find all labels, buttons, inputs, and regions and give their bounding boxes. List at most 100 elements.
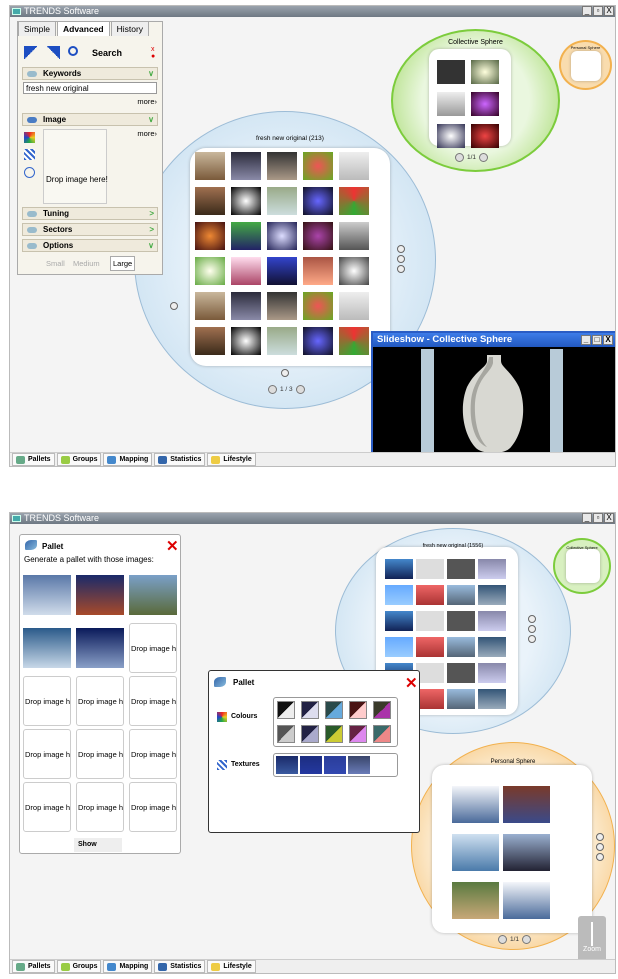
thumbnail[interactable]	[267, 222, 297, 250]
size-medium-button[interactable]: Medium	[73, 259, 100, 268]
colour-swatch[interactable]	[349, 725, 367, 743]
thumbnail[interactable]	[339, 327, 369, 355]
keywords-more-link[interactable]: more›	[137, 97, 157, 106]
thumbnail[interactable]	[339, 257, 369, 285]
sphere-h-slider-handle[interactable]	[281, 369, 289, 377]
thumbnail[interactable]	[447, 663, 475, 683]
pallet-image[interactable]	[76, 628, 124, 668]
prev-page-icon[interactable]	[455, 153, 464, 162]
pallet-drop-zone[interactable]: Drop image he	[76, 729, 124, 779]
thumbnail[interactable]	[303, 152, 333, 180]
restore-button[interactable]: ▫	[593, 513, 603, 523]
thumbnail[interactable]	[416, 637, 444, 657]
sphere-close-icon[interactable]	[397, 265, 405, 273]
colour-swatch[interactable]	[349, 701, 367, 719]
zoom-control[interactable]: Zoom	[578, 916, 606, 962]
show-button[interactable]: Show	[74, 838, 122, 852]
thumbnail[interactable]	[416, 663, 444, 683]
thumbnail[interactable]	[267, 327, 297, 355]
thumbnail[interactable]	[437, 124, 465, 148]
thumbnail[interactable]	[447, 637, 475, 657]
pallet-image[interactable]	[23, 575, 71, 615]
sphere-home-icon[interactable]	[397, 245, 405, 253]
personal-close-icon[interactable]	[596, 853, 604, 861]
pallet-drop-zone[interactable]: Drop image he	[129, 676, 177, 726]
slideshow-minimize-button[interactable]: _	[581, 335, 591, 345]
restore-button[interactable]: ▫	[593, 6, 603, 16]
lifestyle-tab[interactable]: Lifestyle	[207, 960, 256, 973]
pallet-drop-zone[interactable]: Drop image he	[76, 782, 124, 832]
thumbnail[interactable]	[471, 124, 499, 148]
colour-swatch[interactable]	[373, 725, 391, 743]
thumbnail[interactable]	[303, 257, 333, 285]
thumbnail[interactable]	[339, 187, 369, 215]
section-image[interactable]: Image ∨	[22, 113, 158, 126]
tab-history[interactable]: History	[110, 21, 150, 36]
prev-page-icon[interactable]	[268, 385, 277, 394]
close-button[interactable]: X	[604, 513, 614, 523]
sphere-refresh-icon[interactable]	[528, 625, 536, 633]
thumbnail[interactable]	[339, 222, 369, 250]
personal-home-icon[interactable]	[596, 833, 604, 841]
thumbnail[interactable]	[471, 92, 499, 116]
colour-swatch[interactable]	[277, 725, 295, 743]
thumbnail[interactable]	[231, 257, 261, 285]
thumbnail[interactable]	[416, 689, 444, 709]
thumbnail[interactable]	[339, 292, 369, 320]
section-tuning[interactable]: Tuning >	[22, 207, 158, 220]
minimize-button[interactable]: _	[582, 6, 592, 16]
thumbnail[interactable]	[231, 187, 261, 215]
zoom-slider-icon[interactable]	[591, 922, 593, 946]
close-dialog-button[interactable]: ✕	[405, 674, 418, 692]
thumbnail[interactable]	[303, 292, 333, 320]
thumbnail[interactable]	[503, 786, 550, 823]
close-pallet-button[interactable]: ✕	[166, 537, 179, 555]
thumbnail[interactable]	[231, 222, 261, 250]
thumbnail[interactable]	[195, 222, 225, 250]
pallet-image[interactable]	[76, 575, 124, 615]
thumbnail[interactable]	[452, 834, 499, 871]
thumbnail[interactable]	[416, 585, 444, 605]
thumbnail[interactable]	[385, 611, 413, 631]
groups-tab[interactable]: Groups	[56, 453, 102, 466]
color-wheel-icon[interactable]	[24, 132, 35, 143]
thumbnail[interactable]	[478, 663, 506, 683]
thumbnail[interactable]	[447, 559, 475, 579]
section-sectors[interactable]: Sectors >	[22, 223, 158, 236]
search-button[interactable]: Search	[92, 48, 122, 58]
colour-swatch[interactable]	[373, 701, 391, 719]
pallet-image[interactable]	[129, 575, 177, 615]
thumbnail[interactable]	[416, 559, 444, 579]
search-icon[interactable]	[68, 46, 78, 56]
texture-swatch[interactable]	[276, 756, 298, 774]
texture-icon[interactable]	[24, 149, 35, 160]
colour-swatch[interactable]	[325, 725, 343, 743]
texture-swatch[interactable]	[324, 756, 346, 774]
pallet-drop-zone[interactable]: Drop image he	[129, 729, 177, 779]
pallet-drop-zone[interactable]: Drop image he	[76, 676, 124, 726]
pallet-drop-zone[interactable]: Drop image he	[129, 623, 177, 673]
thumbnail[interactable]	[339, 152, 369, 180]
thumbnail[interactable]	[471, 60, 499, 84]
thumbnail[interactable]	[385, 559, 413, 579]
colour-swatch[interactable]	[301, 725, 319, 743]
thumbnail[interactable]	[437, 60, 465, 84]
forward-arrow-icon[interactable]	[46, 46, 60, 59]
personal-refresh-icon[interactable]	[596, 843, 604, 851]
back-arrow-icon[interactable]	[24, 46, 38, 59]
colour-swatch[interactable]	[325, 701, 343, 719]
image-more-link[interactable]: more›	[137, 129, 157, 138]
slideshow-prev-bar[interactable]	[421, 349, 434, 460]
thumbnail[interactable]	[195, 187, 225, 215]
pallets-tab[interactable]: Pallets	[12, 453, 55, 466]
colour-swatch[interactable]	[301, 701, 319, 719]
size-large-button[interactable]: Large	[110, 256, 136, 271]
sphere-close-icon[interactable]	[528, 635, 536, 643]
next-page-icon[interactable]	[479, 153, 489, 162]
thumbnail[interactable]	[447, 689, 475, 709]
slideshow-maximize-button[interactable]: □	[592, 335, 602, 345]
thumbnail[interactable]	[416, 611, 444, 631]
thumbnail[interactable]	[231, 152, 261, 180]
thumbnail[interactable]	[385, 585, 413, 605]
pallet-drop-zone[interactable]: Drop image he	[129, 782, 177, 832]
